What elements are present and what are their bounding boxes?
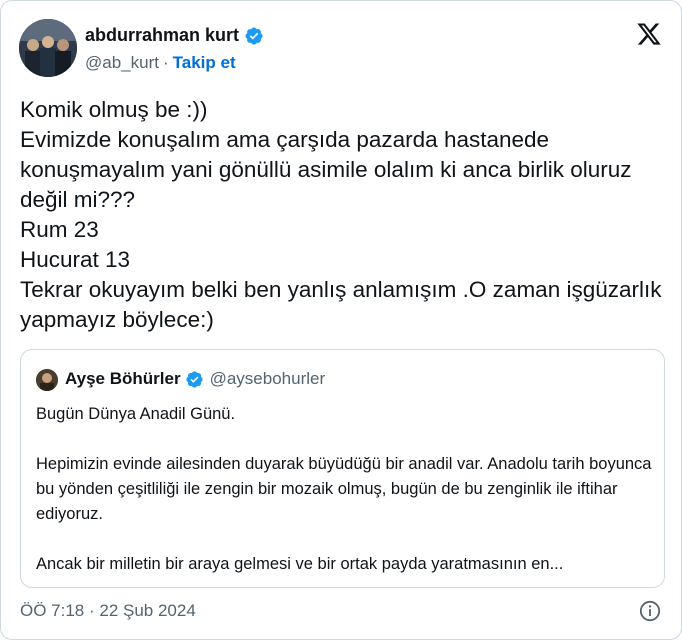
tweet-timestamp[interactable]: ÖÖ 7:18 · 22 Şub 2024 <box>20 601 196 621</box>
quoted-author-avatar[interactable] <box>36 369 58 391</box>
tweet-text: Komik olmuş be :)) Evimizde konuşalım am… <box>20 97 662 332</box>
x-logo-icon[interactable] <box>635 21 663 47</box>
quoted-tweet[interactable]: Ayşe Böhürler @aysebohurler Bugün Dünya … <box>20 349 665 588</box>
author-handle[interactable]: @ab_kurt <box>85 53 159 73</box>
quoted-author-handle[interactable]: @aysebohurler <box>210 369 326 389</box>
author-name-row: abdurrahman kurt <box>85 25 264 46</box>
follow-button[interactable]: Takip et <box>173 53 236 73</box>
author-handle-row: @ab_kurt · Takip et <box>85 53 236 73</box>
quoted-author-name[interactable]: Ayşe Böhürler <box>65 369 181 389</box>
author-avatar[interactable] <box>19 19 77 77</box>
verified-badge-icon <box>185 370 203 388</box>
author-name[interactable]: abdurrahman kurt <box>85 25 239 46</box>
verified-badge-icon <box>245 26 263 45</box>
quoted-tweet-text: Bugün Dünya Anadil Günü. Hepimizin evind… <box>36 405 652 573</box>
info-icon[interactable] <box>639 600 661 622</box>
tweet-embed-card: abdurrahman kurt @ab_kurt · Takip et Kom… <box>0 0 682 640</box>
quoted-author-row: Ayşe Böhürler @aysebohurler <box>65 369 325 389</box>
separator-dot: · <box>162 53 169 72</box>
